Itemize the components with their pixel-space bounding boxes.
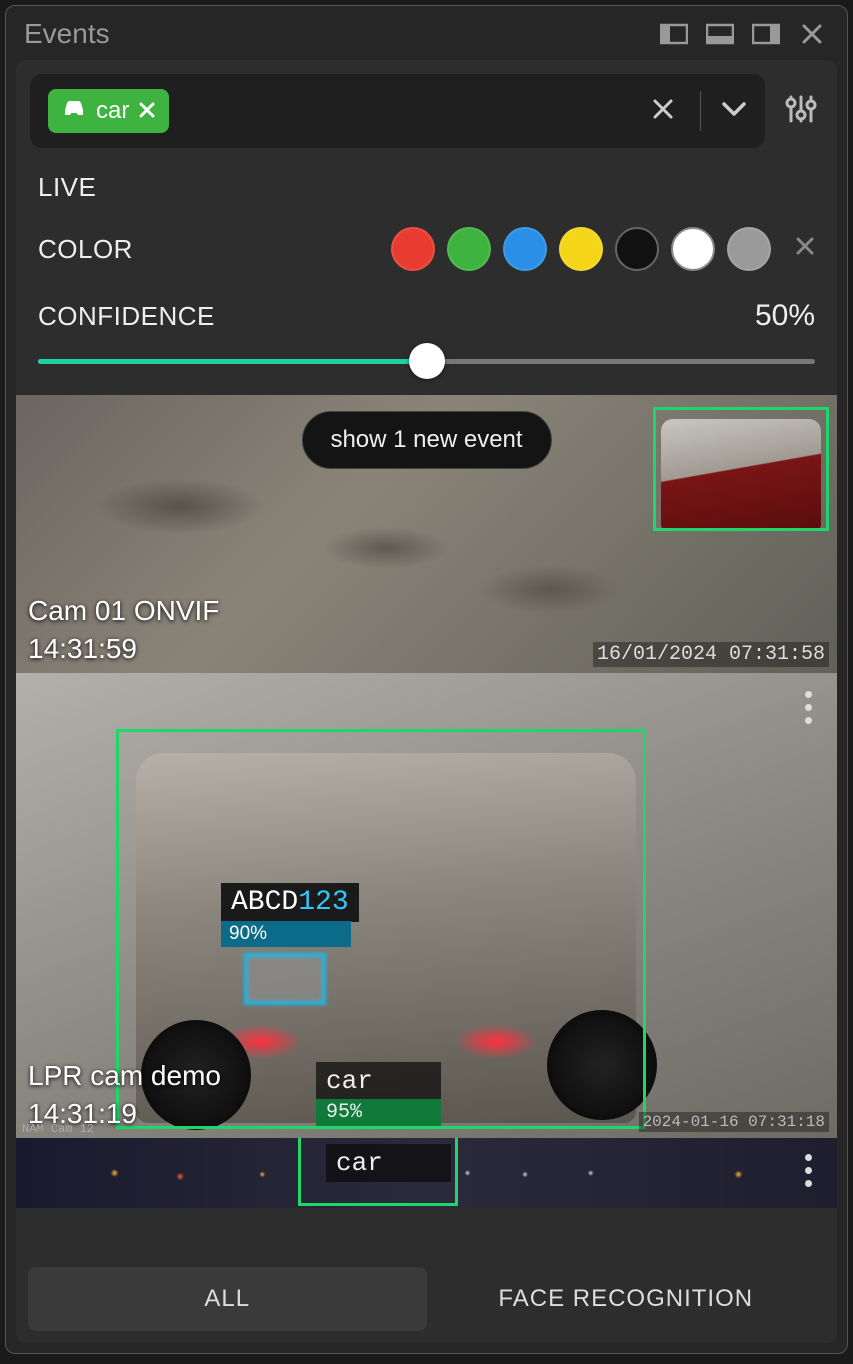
layout-left-icon[interactable] [657,22,691,46]
plate-bounding-box [244,953,326,1005]
color-label: COLOR [38,234,133,265]
confidence-label: CONFIDENCE [38,301,215,332]
tab-face-recognition[interactable]: FACE RECOGNITION [427,1267,826,1331]
camera-name: Cam 01 ONVIF [28,595,219,627]
event-item[interactable]: ABCD123 90% car 95% LPR cam demo 14:31:1… [16,673,837,1138]
search-input[interactable]: car [30,74,765,148]
bottom-tabs: ALL FACE RECOGNITION [16,1259,837,1343]
layout-right-icon[interactable] [749,22,783,46]
titlebar: Events [6,6,847,60]
event-item[interactable]: show 1 new event Cam 01 ONVIF 14:31:59 1… [16,395,837,673]
confidence-value: 50% [755,299,815,333]
detection-label: car [326,1144,451,1182]
confidence-row: CONFIDENCE 50% [38,299,815,333]
event-list[interactable]: show 1 new event Cam 01 ONVIF 14:31:59 1… [16,395,837,1259]
plate-confidence: 90% [221,921,351,947]
kebab-menu-icon[interactable] [793,687,823,727]
camera-name: LPR cam demo [28,1060,221,1092]
live-label[interactable]: LIVE [38,172,815,203]
slider-fill [38,359,427,364]
bounding-box [653,407,829,531]
plate-num: 123 [298,887,348,918]
filters: LIVE COLOR CONFIDENCE 5 [16,162,837,391]
color-swatches [391,227,815,271]
close-icon[interactable] [795,22,829,46]
color-row: COLOR [38,227,815,271]
color-swatch-white[interactable] [671,227,715,271]
divider [700,91,701,131]
color-swatch-green[interactable] [447,227,491,271]
color-swatch-black[interactable] [615,227,659,271]
chip-label: car [96,97,129,125]
osd-small: NAM Cam 12 [22,1122,94,1136]
sliders-icon[interactable] [783,91,819,132]
chip-remove-icon[interactable] [139,97,155,125]
show-new-events-button[interactable]: show 1 new event [301,411,551,469]
tab-all[interactable]: ALL [28,1267,427,1331]
color-swatch-red[interactable] [391,227,435,271]
panel-title: Events [24,18,645,50]
detection-confidence: 95% [316,1099,441,1126]
color-swatch-blue[interactable] [503,227,547,271]
osd-timestamp: 2024-01-16 07:31:18 [639,1112,829,1132]
plate-alpha: ABCD [231,887,298,918]
color-swatch-yellow[interactable] [559,227,603,271]
color-swatch-gray[interactable] [727,227,771,271]
confidence-slider[interactable] [38,341,815,381]
panel-body: car [16,60,837,1343]
dropdown-caret-icon[interactable] [721,101,747,122]
event-item[interactable]: car [16,1138,837,1208]
event-time: 14:31:59 [28,633,137,665]
layout-bottom-icon[interactable] [703,22,737,46]
plate-text: ABCD123 [221,883,359,922]
search-row: car [16,60,837,162]
slider-thumb[interactable] [409,343,445,379]
clear-search-icon[interactable] [646,96,680,127]
kebab-menu-icon[interactable] [793,1150,823,1190]
osd-timestamp: 16/01/2024 07:31:58 [593,642,829,667]
filter-chip-car[interactable]: car [48,89,169,133]
detection-label: car [316,1062,441,1100]
events-panel: Events car [5,5,848,1354]
car-icon [62,97,86,125]
color-clear-icon[interactable] [795,235,815,263]
